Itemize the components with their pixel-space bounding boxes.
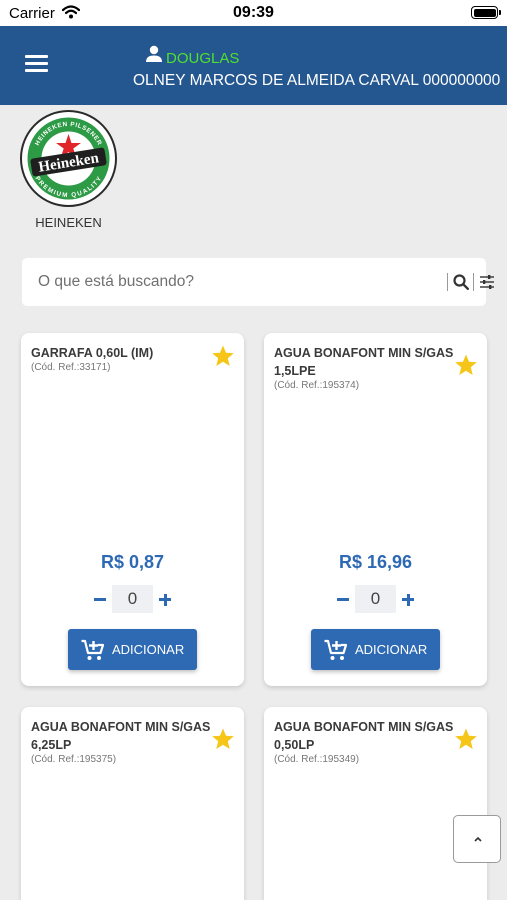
product-card[interactable]: AGUA BONAFONT MIN S/GAS 0,50LP (Cód. Ref…	[264, 707, 487, 900]
add-to-cart-button[interactable]: ADICIONAR	[311, 629, 440, 670]
product-card[interactable]: GARRAFA 0,60L (IM) (Cód. Ref.:33171) R$ …	[21, 333, 244, 686]
star-icon[interactable]	[454, 353, 478, 377]
user-icon	[145, 45, 163, 63]
search-input[interactable]	[38, 270, 428, 294]
quantity-increase-button[interactable]	[401, 587, 415, 611]
quantity-decrease-button[interactable]	[336, 587, 350, 611]
battery-icon	[471, 6, 501, 19]
product-ref: (Cód. Ref.:33171)	[31, 362, 111, 373]
status-bar: Carrier 09:39	[0, 0, 507, 26]
quantity-increase-button[interactable]	[158, 587, 172, 611]
clock-time: 09:39	[233, 4, 274, 21]
star-icon[interactable]	[211, 344, 235, 368]
chevron-up-icon	[474, 836, 482, 842]
user-name: DOUGLAS	[166, 50, 240, 67]
star-icon[interactable]	[211, 727, 235, 751]
filter-icon[interactable]	[479, 274, 495, 290]
scroll-to-top-button[interactable]	[453, 815, 501, 863]
brand-logo[interactable]: HEINEKEN PILSENER PREMIUM QUALITY Heinek…	[20, 110, 117, 207]
product-card[interactable]: AGUA BONAFONT MIN S/GAS 1,5LPE (Cód. Ref…	[264, 333, 487, 686]
divider	[473, 273, 474, 291]
search-bar	[22, 258, 494, 306]
divider	[447, 273, 448, 291]
product-price: R$ 0,87	[100, 552, 165, 572]
quantity-decrease-button[interactable]	[93, 587, 107, 611]
product-price: R$ 16,96	[338, 552, 413, 572]
add-button-label: ADICIONAR	[355, 642, 428, 657]
app-header: DOUGLAS OLNEY MARCOS DE ALMEIDA CARVAL 0…	[0, 26, 507, 105]
quantity-field[interactable]: 0	[355, 585, 396, 613]
product-ref: (Cód. Ref.:195349)	[274, 754, 360, 765]
product-name: AGUA BONAFONT MIN S/GAS 0,50LP	[274, 720, 454, 752]
search-icon[interactable]	[453, 274, 470, 291]
company-name: OLNEY MARCOS DE ALMEIDA CARVAL 000000000	[133, 72, 501, 89]
quantity-field[interactable]: 0	[112, 585, 153, 613]
product-name: AGUA BONAFONT MIN S/GAS 6,25LP	[31, 720, 211, 752]
add-button-label: ADICIONAR	[112, 642, 185, 657]
add-to-cart-button[interactable]: ADICIONAR	[68, 629, 197, 670]
cart-add-icon	[324, 638, 348, 662]
product-name: AGUA BONAFONT MIN S/GAS 1,5LPE	[274, 346, 454, 378]
product-name: GARRAFA 0,60L (IM)	[31, 346, 154, 360]
menu-icon[interactable]	[25, 55, 48, 72]
brand-name: HEINEKEN	[35, 215, 102, 230]
product-card[interactable]: AGUA BONAFONT MIN S/GAS 6,25LP (Cód. Ref…	[21, 707, 244, 900]
product-ref: (Cód. Ref.:195374)	[274, 380, 360, 391]
star-icon[interactable]	[454, 727, 478, 751]
cart-add-icon	[81, 638, 105, 662]
product-ref: (Cód. Ref.:195375)	[31, 754, 117, 765]
